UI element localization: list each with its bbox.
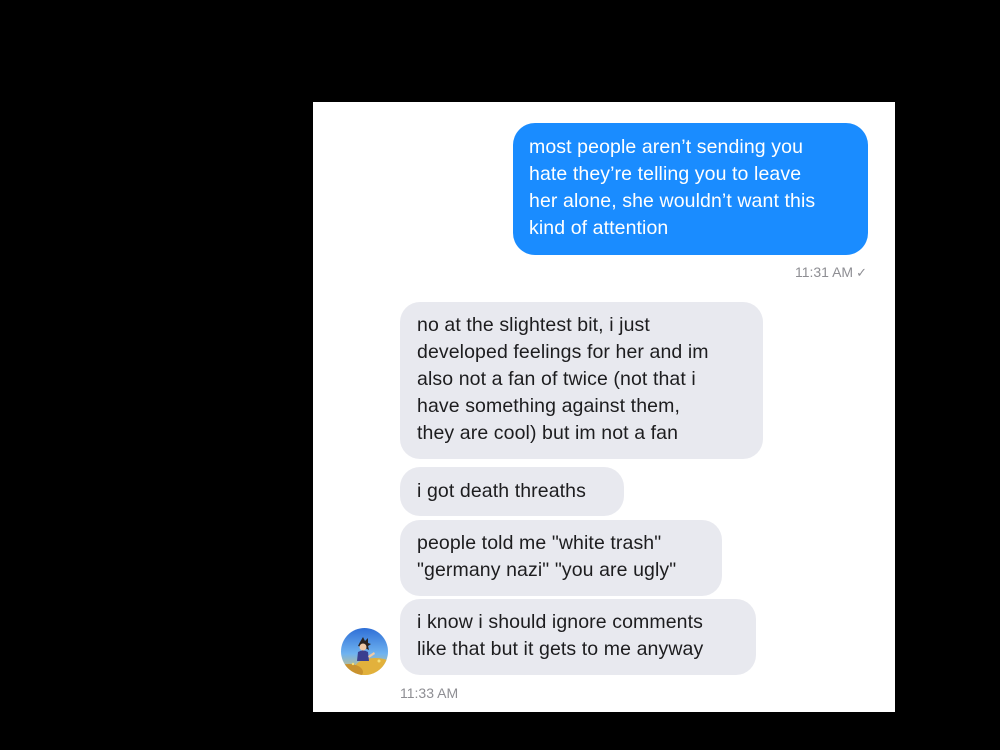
- outgoing-message[interactable]: most people aren’t sending you hate they…: [513, 123, 868, 255]
- incoming-message[interactable]: i know i should ignore comments like tha…: [400, 599, 756, 675]
- check-icon: ✓: [856, 265, 867, 280]
- avatar[interactable]: [341, 628, 388, 675]
- timestamp-text: 11:31 AM: [794, 264, 854, 280]
- incoming-timestamp: 11:33 AM: [400, 685, 459, 701]
- avatar-image: [341, 628, 388, 675]
- incoming-message[interactable]: no at the slightest bit, i just develope…: [400, 302, 763, 459]
- outgoing-timestamp: 11:31 AM ✓: [795, 264, 867, 281]
- incoming-message[interactable]: people told me "white trash" "germany na…: [400, 520, 722, 596]
- chat-screen: most people aren’t sending you hate they…: [313, 102, 895, 712]
- incoming-message[interactable]: i got death threaths: [400, 467, 624, 516]
